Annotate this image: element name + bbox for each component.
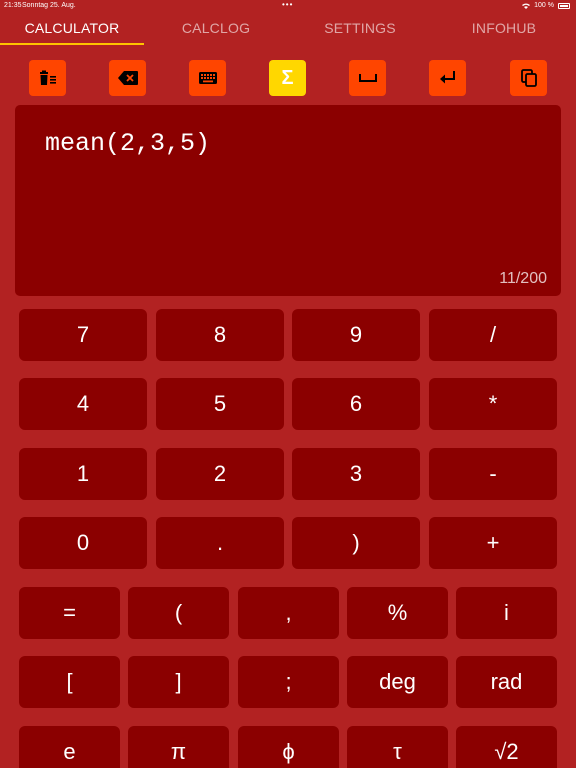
return-icon — [439, 71, 455, 84]
key-divide[interactable]: / — [429, 309, 557, 361]
status-time: 21:35 — [4, 2, 22, 9]
key-1[interactable]: 1 — [19, 448, 147, 500]
key-open-bracket[interactable]: [ — [19, 656, 120, 708]
space-icon — [358, 74, 377, 82]
clear-all-button[interactable] — [29, 60, 66, 96]
key-5[interactable]: 5 — [156, 378, 284, 430]
key-comma[interactable]: , — [238, 587, 339, 639]
key-close-bracket[interactable]: ] — [128, 656, 229, 708]
key-plus[interactable]: + — [429, 517, 557, 569]
wifi-icon — [522, 3, 531, 9]
tab-calclog[interactable]: CALCLOG — [144, 14, 288, 46]
key-2[interactable]: 2 — [156, 448, 284, 500]
key-tau[interactable]: τ — [347, 726, 448, 768]
backspace-icon — [117, 71, 138, 85]
status-right: 100 % — [522, 2, 570, 9]
key-multiply[interactable]: * — [429, 378, 557, 430]
keyboard-button[interactable] — [189, 60, 226, 96]
functions-button[interactable]: Σ — [269, 60, 306, 96]
status-bar: 21:35 Sonntag 25. Aug. ••• 100 % — [0, 0, 576, 12]
copy-icon — [520, 69, 537, 87]
tab-settings[interactable]: SETTINGS — [288, 14, 432, 46]
expression-display[interactable]: mean(2,3,5) 11/200 — [15, 105, 561, 296]
key-semicolon[interactable]: ; — [238, 656, 339, 708]
key-pi[interactable]: π — [128, 726, 229, 768]
key-9[interactable]: 9 — [292, 309, 420, 361]
multitasking-dots-icon[interactable]: ••• — [282, 0, 293, 9]
key-phi[interactable]: ϕ — [238, 726, 339, 768]
key-3[interactable]: 3 — [292, 448, 420, 500]
key-e[interactable]: e — [19, 726, 120, 768]
tab-calculator[interactable]: CALCULATOR — [0, 14, 144, 46]
battery-percent: 100 % — [534, 2, 554, 9]
trash-list-icon — [39, 70, 56, 85]
key-rad[interactable]: rad — [456, 656, 557, 708]
key-8[interactable]: 8 — [156, 309, 284, 361]
key-equals[interactable]: = — [19, 587, 120, 639]
key-deg[interactable]: deg — [347, 656, 448, 708]
status-date: Sonntag 25. Aug. — [22, 2, 76, 9]
space-button[interactable] — [349, 60, 386, 96]
key-sqrt2[interactable]: √2 — [456, 726, 557, 768]
character-counter: 11/200 — [499, 270, 547, 287]
key-percent[interactable]: % — [347, 587, 448, 639]
sigma-icon: Σ — [281, 66, 294, 89]
key-7[interactable]: 7 — [19, 309, 147, 361]
copy-button[interactable] — [510, 60, 547, 96]
key-6[interactable]: 6 — [292, 378, 420, 430]
key-decimal[interactable]: . — [156, 517, 284, 569]
key-close-paren[interactable]: ) — [292, 517, 420, 569]
key-imaginary[interactable]: i — [456, 587, 557, 639]
key-minus[interactable]: - — [429, 448, 557, 500]
return-button[interactable] — [429, 60, 466, 96]
key-4[interactable]: 4 — [19, 378, 147, 430]
expression-text: mean(2,3,5) — [45, 129, 211, 158]
backspace-button[interactable] — [109, 60, 146, 96]
key-0[interactable]: 0 — [19, 517, 147, 569]
keyboard-icon — [198, 72, 217, 84]
key-open-paren[interactable]: ( — [128, 587, 229, 639]
tab-bar: CALCULATOR CALCLOG SETTINGS INFOHUB — [0, 14, 576, 46]
tab-infohub[interactable]: INFOHUB — [432, 14, 576, 46]
toolbar: Σ — [0, 60, 576, 96]
battery-icon — [558, 2, 570, 9]
